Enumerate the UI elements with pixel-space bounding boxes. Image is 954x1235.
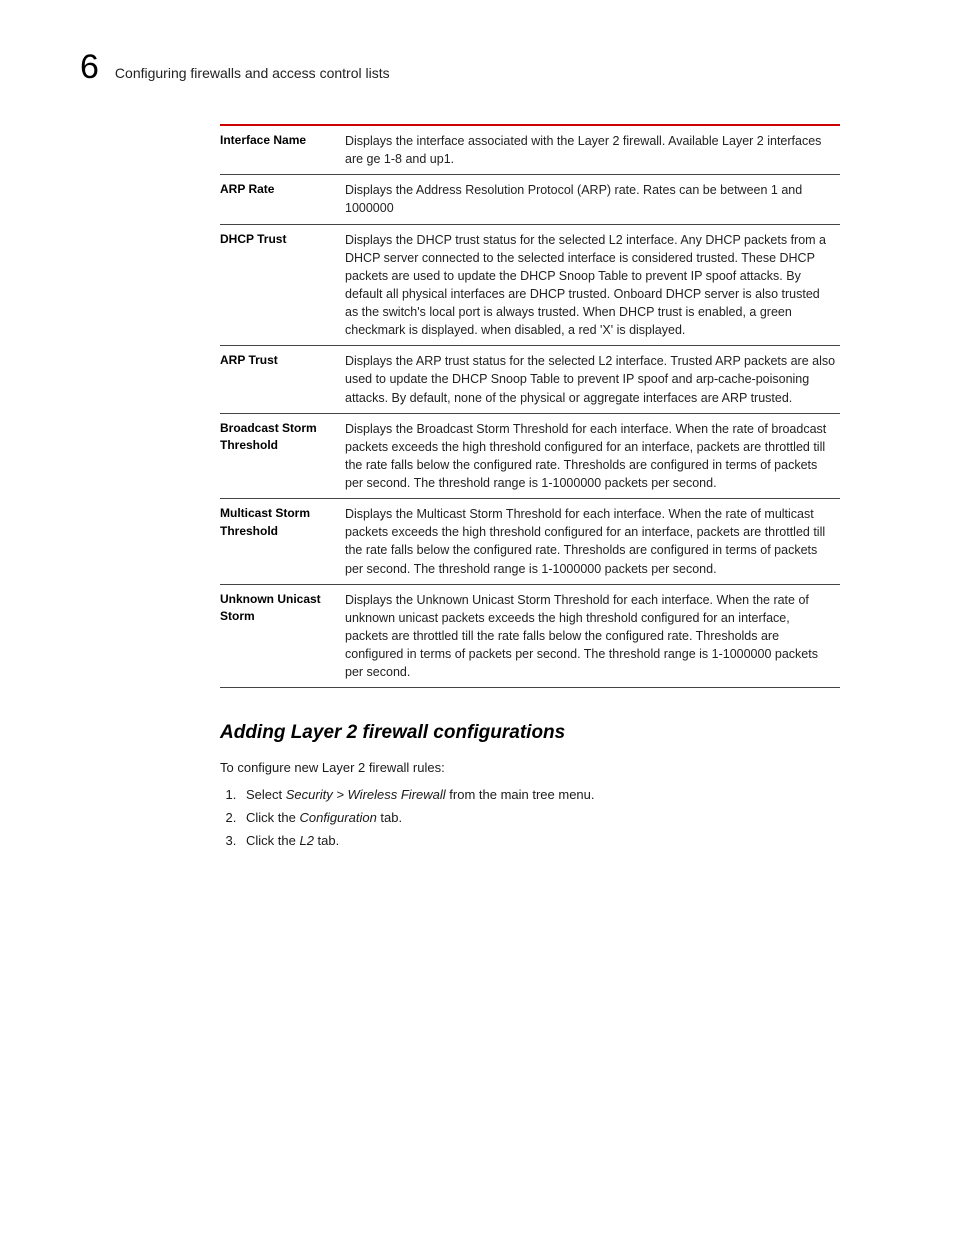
term-cell: Unknown Unicast Storm [220,584,341,688]
step-italic: L2 [299,833,313,848]
table-row: DHCP Trust Displays the DHCP trust statu… [220,224,840,346]
desc-cell: Displays the interface associated with t… [341,125,840,175]
step-post: tab. [314,833,339,848]
step-post: from the main tree menu. [446,787,595,802]
subsection-heading: Adding Layer 2 firewall configurations [220,722,854,744]
term-cell: Broadcast Storm Threshold [220,413,341,499]
desc-cell: Displays the ARP trust status for the se… [341,346,840,413]
list-item: Select Security > Wireless Firewall from… [240,787,854,802]
definition-table: Interface Name Displays the interface as… [220,124,840,688]
step-pre: Select [246,787,286,802]
term-cell: ARP Rate [220,175,341,224]
steps-list: Select Security > Wireless Firewall from… [220,787,854,848]
page-content: Interface Name Displays the interface as… [220,124,854,848]
table-row: ARP Rate Displays the Address Resolution… [220,175,840,224]
table-row: Multicast Storm Threshold Displays the M… [220,499,840,585]
table-row: ARP Trust Displays the ARP trust status … [220,346,840,413]
term-cell: Multicast Storm Threshold [220,499,341,585]
list-item: Click the L2 tab. [240,833,854,848]
page-header: 6 Configuring firewalls and access contr… [80,50,854,84]
chapter-title: Configuring firewalls and access control… [115,65,390,81]
list-item: Click the Configuration tab. [240,810,854,825]
step-italic: Configuration [299,810,376,825]
term-cell: Interface Name [220,125,341,175]
step-pre: Click the [246,833,299,848]
step-pre: Click the [246,810,299,825]
desc-cell: Displays the Multicast Storm Threshold f… [341,499,840,585]
desc-cell: Displays the Broadcast Storm Threshold f… [341,413,840,499]
term-cell: ARP Trust [220,346,341,413]
step-post: tab. [377,810,402,825]
desc-cell: Displays the Address Resolution Protocol… [341,175,840,224]
desc-cell: Displays the DHCP trust status for the s… [341,224,840,346]
table-row: Interface Name Displays the interface as… [220,125,840,175]
term-cell: DHCP Trust [220,224,341,346]
table-row: Unknown Unicast Storm Displays the Unkno… [220,584,840,688]
desc-cell: Displays the Unknown Unicast Storm Thres… [341,584,840,688]
subsection-intro: To configure new Layer 2 firewall rules: [220,760,854,775]
step-italic: Security > Wireless Firewall [286,787,446,802]
document-page: 6 Configuring firewalls and access contr… [0,0,954,1235]
table-row: Broadcast Storm Threshold Displays the B… [220,413,840,499]
chapter-number: 6 [80,50,99,84]
